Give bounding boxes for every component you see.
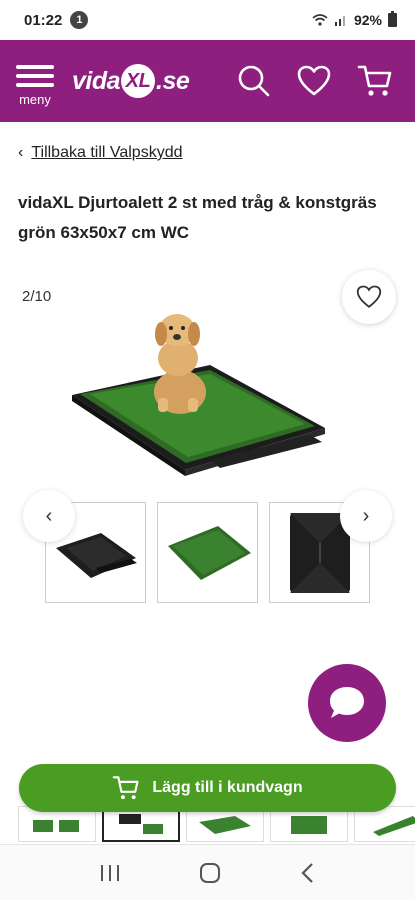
- product-main-image[interactable]: [60, 300, 340, 490]
- recent-apps-icon[interactable]: [99, 863, 121, 883]
- add-to-cart-label: Lägg till i kundvagn: [152, 779, 303, 796]
- image-counter: 2/10: [22, 288, 52, 305]
- chevron-left-icon: ‹: [18, 144, 24, 161]
- heart-icon[interactable]: [297, 65, 331, 97]
- battery-icon: [388, 11, 397, 27]
- status-right: 92%: [312, 11, 397, 28]
- logo-prefix: vida: [72, 66, 121, 95]
- system-nav-bar: [0, 844, 415, 900]
- battery-percent: 92%: [353, 12, 382, 28]
- chat-bubble-icon: [330, 687, 364, 718]
- back-link-label: Tillbaka till Valpskydd: [31, 144, 183, 161]
- menu-button[interactable]: meny: [0, 40, 70, 122]
- status-time: 01:22: [24, 11, 63, 29]
- chat-button[interactable]: [308, 664, 386, 742]
- product-title: vidaXL Djurtoalett 2 st med tråg & konst…: [18, 193, 377, 242]
- home-icon[interactable]: [199, 862, 221, 884]
- status-bar: 01:22 1 92%: [0, 0, 415, 40]
- back-icon[interactable]: [300, 862, 316, 884]
- add-to-cart-button[interactable]: Lägg till i kundvagn: [19, 764, 396, 812]
- site-header: meny vida XL .se: [0, 40, 415, 122]
- carousel-next-button[interactable]: ›: [340, 490, 392, 542]
- thumbnail-strip: [45, 502, 370, 603]
- logo-mark: XL: [121, 64, 156, 98]
- signal-icon: [334, 16, 345, 26]
- chevron-right-icon: ›: [362, 504, 370, 527]
- cart-icon: [113, 776, 139, 800]
- menu-label: meny: [19, 91, 51, 107]
- thumbnail-2[interactable]: [157, 502, 258, 603]
- search-icon[interactable]: [235, 63, 271, 99]
- carousel-prev-button[interactable]: ‹: [23, 490, 75, 542]
- cart-icon[interactable]: [357, 64, 393, 98]
- chevron-left-icon: ‹: [45, 504, 53, 527]
- site-logo[interactable]: vida XL .se: [72, 64, 190, 98]
- wifi-icon: [312, 14, 328, 26]
- heart-outline-icon: [356, 285, 382, 308]
- back-link[interactable]: ‹ Tillbaka till Valpskydd: [18, 144, 183, 162]
- hamburger-icon: [16, 60, 54, 92]
- wishlist-button[interactable]: [342, 270, 396, 324]
- logo-suffix: .se: [156, 66, 190, 95]
- notification-badge: 1: [70, 11, 89, 29]
